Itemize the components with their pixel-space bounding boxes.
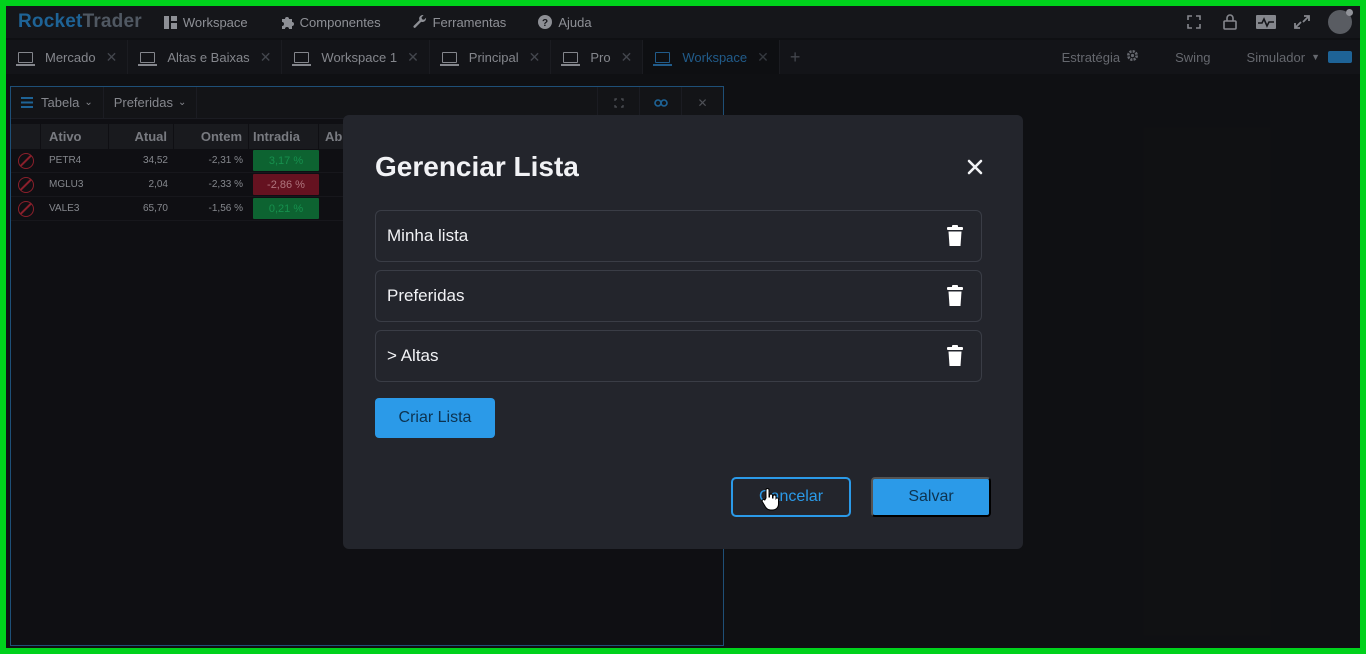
- list-entry[interactable]: > Altas: [375, 330, 982, 382]
- trash-icon[interactable]: [945, 345, 965, 367]
- app-window: RocketTrader Workspace Componentes Ferra…: [6, 6, 1360, 648]
- cancel-button[interactable]: Cancelar: [731, 477, 851, 517]
- manage-lists-dialog: Gerenciar Lista Minha lista Preferidas >…: [343, 115, 1023, 549]
- close-icon[interactable]: [963, 155, 987, 179]
- dialog-title: Gerenciar Lista: [375, 151, 579, 182]
- create-list-button[interactable]: Criar Lista: [375, 398, 495, 438]
- hand-pointer-icon: [761, 487, 779, 511]
- list-entry-name: Preferidas: [387, 286, 465, 305]
- list-entry[interactable]: Preferidas: [375, 270, 982, 322]
- save-button[interactable]: Salvar: [871, 477, 991, 517]
- list-entry[interactable]: Minha lista: [375, 210, 982, 262]
- list-entry-name: Minha lista: [387, 226, 469, 245]
- trash-icon[interactable]: [945, 225, 965, 247]
- list-entry-name: > Altas: [387, 346, 439, 365]
- trash-icon[interactable]: [945, 285, 965, 307]
